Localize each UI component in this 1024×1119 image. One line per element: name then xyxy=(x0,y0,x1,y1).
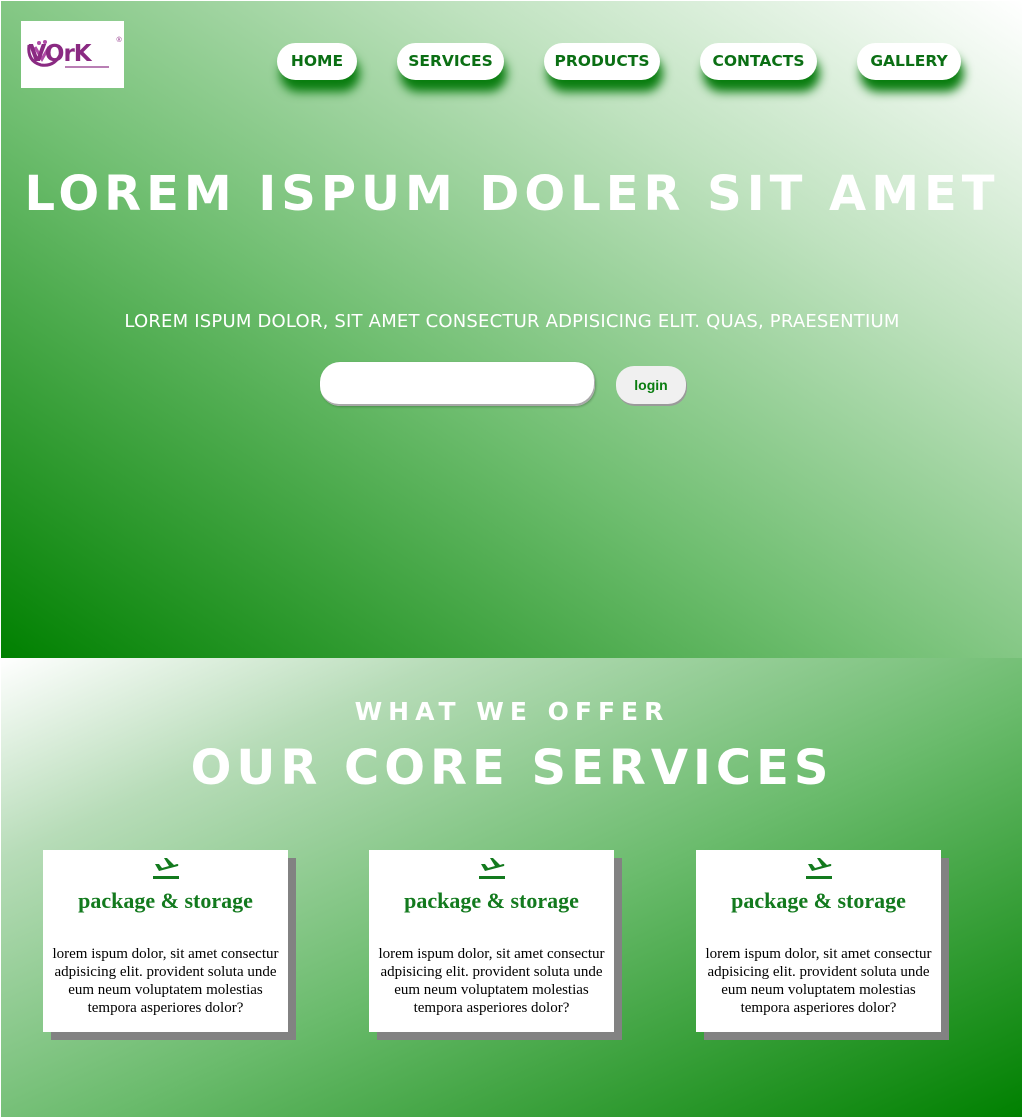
service-card-title: package & storage xyxy=(731,888,906,913)
airplane-icon xyxy=(805,858,832,879)
service-card-title: package & storage xyxy=(78,888,253,913)
nav-contacts[interactable]: CONTACTS xyxy=(700,43,817,80)
hero-subtitle: LOREM ISPUM DOLOR, SIT AMET CONSECTUR AD… xyxy=(124,311,900,332)
nav-gallery[interactable]: GALLERY xyxy=(857,43,961,80)
service-card-title: package & storage xyxy=(404,888,579,913)
services-kicker: WHAT WE OFFER xyxy=(354,697,670,726)
airplane-icon xyxy=(478,858,505,879)
service-card: package & storage lorem ispum dolor, sit… xyxy=(369,850,614,1032)
services-title: OUR CORE SERVICES xyxy=(190,740,834,796)
service-card-text: lorem ispum dolor, sit amet consectur ad… xyxy=(705,946,932,1016)
login-button[interactable]: login xyxy=(616,366,686,404)
airplane-icon xyxy=(152,858,179,879)
nav-services[interactable]: SERVICES xyxy=(397,43,504,80)
service-card-text: lorem ispum dolor, sit amet consectur ad… xyxy=(52,946,279,1016)
service-card: package & storage lorem ispum dolor, sit… xyxy=(696,850,941,1032)
nav-home[interactable]: HOME xyxy=(277,43,357,80)
service-card: package & storage lorem ispum dolor, sit… xyxy=(43,850,288,1032)
nav-products[interactable]: PRODUCTS xyxy=(544,43,660,80)
main-nav: HOME SERVICES PRODUCTS CONTACTS GALLERY xyxy=(0,43,1024,81)
login-input[interactable] xyxy=(320,362,595,406)
service-card-text: lorem ispum dolor, sit amet consectur ad… xyxy=(378,946,605,1016)
hero-title: LOREM ISPUM DOLER SIT AMET xyxy=(24,166,1000,222)
